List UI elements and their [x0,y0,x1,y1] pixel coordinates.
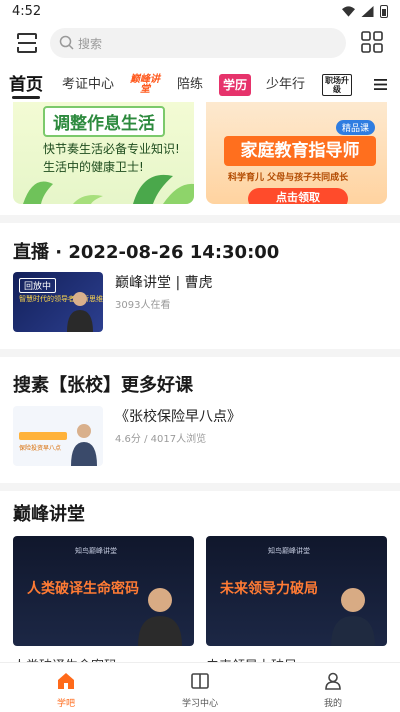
course-thumb-caption: 保险投资早八点 [19,445,62,452]
search-placeholder: 搜索 [78,37,103,51]
thumb-banner-bar [19,432,67,440]
speaker-photo [331,588,375,646]
live-viewers: 3093人在看 [115,300,171,311]
banner-health-title: 调整作息生活 [43,106,165,137]
search-icon [59,35,74,50]
banner-family-title: 家庭教育指导师 [224,136,376,166]
home-icon [58,673,74,689]
tab-career-upgrade-logo[interactable]: 职场升级 [322,74,352,96]
bottom-nav: 学吧 学习中心 我的 [0,662,400,711]
nav-label: 学习中心 [181,699,218,709]
nav-learning-center[interactable]: 学习中心 [150,663,250,712]
section-divider [0,483,400,491]
course-card-leadership[interactable]: 知鸟巅峰讲堂 未来领导力破局 [206,536,387,646]
banner-family-subtitle: 科学育儿 父母与孩子共同成长 [228,173,349,183]
banner-row: 调整作息生活 快节奏生活必备专业知识! 生活中的健康卫士! 精品课 家庭教育指导… [0,102,400,204]
course-card-title: 未来领导力破局 [220,581,318,597]
wifi-icon [342,6,355,17]
live-title: 巅峰讲堂 | 曹虎 [115,275,213,291]
top-search-bar: 搜索 [0,28,400,60]
battery-icon [380,5,388,18]
tab-education-logo[interactable]: 学历 [219,74,251,96]
course-org: 知鸟巅峰讲堂 [268,547,310,555]
section-divider [0,215,400,223]
section-divider [0,349,400,357]
search-results-heading: 搜素【张校】更多好课 [13,375,193,396]
status-icons [342,5,388,18]
banner-health-line1: 快节奏生活必备专业知识! [43,142,180,156]
course-org: 知鸟巅峰讲堂 [75,547,117,555]
signal-icon [361,6,374,17]
banner-health[interactable]: 调整作息生活 快节奏生活必备专业知识! 生活中的健康卫士! [13,102,194,204]
course-title: 《张校保险早八点》 [115,409,241,425]
leaves-illustration [23,174,194,204]
search-result-card[interactable]: 保险投资早八点 《张校保险早八点》 4.6分 / 4017人浏览 [13,406,387,470]
category-grid-icon[interactable] [361,31,383,53]
live-card[interactable]: 回放中 智慧时代的领导者与新思维 巅峰讲堂 | 曹虎 3093人在看 [13,272,387,336]
search-input[interactable]: 搜索 [50,28,346,58]
tab-certificate-center[interactable]: 考证中心 [62,68,114,102]
status-bar: 4:52 [0,0,400,24]
course-meta: 4.6分 / 4017人浏览 [115,434,207,445]
speaker-photo [67,292,93,332]
nav-label: 我的 [323,699,342,709]
user-icon [325,672,341,690]
course-card-title: 人类破译生命密码 [27,581,139,597]
instructor-photo [71,424,97,466]
live-heading: 直播 · 2022-08-26 14:30:00 [13,242,280,263]
tab-youth[interactable]: 少年行 [266,68,305,102]
replay-tag: 回放中 [19,278,57,293]
nav-label: 学吧 [56,699,75,709]
banner-claim-button[interactable]: 点击领取 [248,188,348,204]
banner-family-education[interactable]: 精品课 家庭教育指导师 科学育儿 父母与孩子共同成长 点击领取 [206,102,387,204]
tab-practice[interactable]: 陪练 [177,68,203,102]
course-thumbnail: 保险投资早八点 [13,406,103,466]
book-icon [191,673,209,689]
peak-lecture-heading: 巅峰讲堂 [13,504,85,525]
nav-mine[interactable]: 我的 [283,663,383,712]
scan-icon[interactable] [14,30,40,56]
category-tabs: 首页 考证中心 巅峰讲堂 陪练 学历 少年行 职场升级 [0,68,400,102]
tab-home[interactable]: 首页 [9,68,43,102]
speaker-photo [138,588,182,646]
tab-peak-lecture-logo[interactable]: 巅峰讲堂 [130,74,160,96]
status-time: 4:52 [12,4,42,19]
live-thumbnail: 回放中 智慧时代的领导者与新思维 [13,272,103,332]
nav-learn[interactable]: 学吧 [16,663,116,712]
tabs-menu-icon[interactable] [374,79,387,90]
banner-premium-badge: 精品课 [336,120,376,135]
course-card-life-code[interactable]: 知鸟巅峰讲堂 人类破译生命密码 [13,536,194,646]
